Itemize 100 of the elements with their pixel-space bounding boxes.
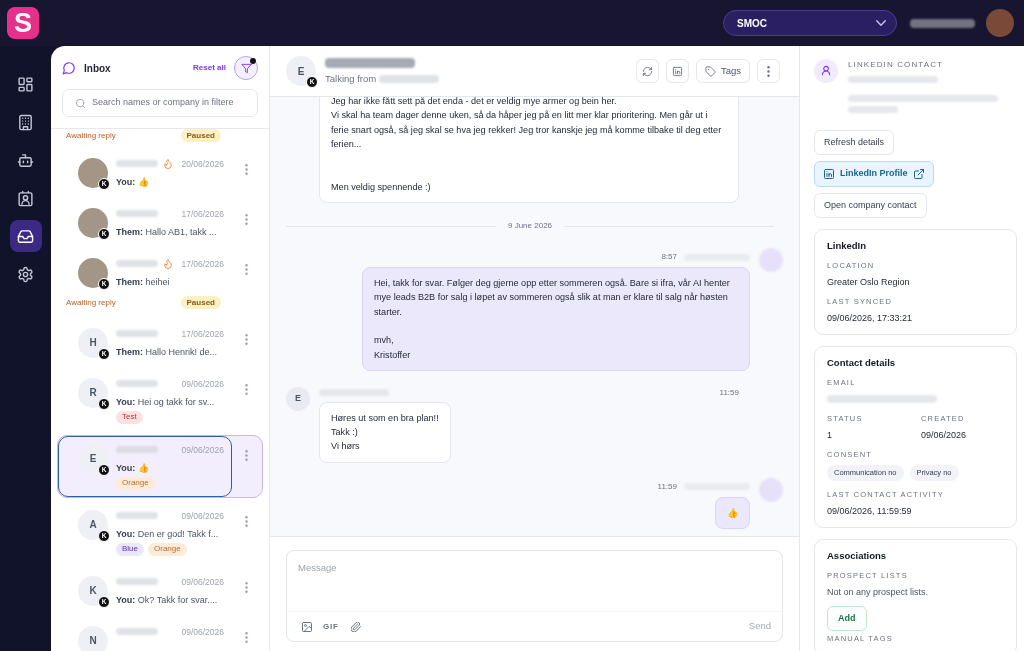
nav-button[interactable] bbox=[9, 220, 42, 252]
user-icon bbox=[814, 59, 838, 83]
action-button[interactable]: Refresh details bbox=[814, 130, 895, 155]
message-preview: Them: Hallo Henrik! de... bbox=[116, 345, 219, 358]
refresh-button[interactable] bbox=[635, 59, 659, 83]
avatar-initial: N bbox=[78, 625, 108, 651]
message-bubble: Hei, takk for svar. Følger deg gjerne opp etter sommeren også. Bare si ifra, vår AI henter mye leads B2B for salg i løpet av sommeren også slik at man er klare til salg når høsten starter. mvh, Kristoffer bbox=[362, 267, 750, 371]
message-preview: You: Ok? Takk for svar.... bbox=[116, 593, 219, 606]
contact-card-icon bbox=[17, 189, 34, 207]
linkedin-profile-button[interactable]: LinkedIn Profile bbox=[814, 161, 934, 187]
message-bubble: Høres ut som en bra plan!! Takk :) Vi hørs bbox=[319, 401, 451, 463]
linkedin-icon bbox=[671, 65, 683, 77]
more-icon[interactable] bbox=[245, 384, 248, 395]
add-button[interactable]: Add bbox=[827, 606, 867, 631]
paperclip-icon[interactable] bbox=[350, 621, 361, 632]
search-field[interactable]: Search names or company in filtere bbox=[62, 89, 258, 117]
redacted-text bbox=[379, 74, 440, 83]
date-text: 09/06/2026 bbox=[181, 443, 224, 456]
date-text: 09/06/2026 bbox=[181, 509, 224, 522]
message-preview: Them: heihei bbox=[116, 275, 171, 288]
linkedin-icon bbox=[824, 169, 834, 179]
more-icon[interactable] bbox=[245, 516, 248, 527]
redacted-text bbox=[116, 446, 158, 453]
date-text: 20/06/2026 bbox=[181, 157, 224, 170]
filter-icon bbox=[240, 62, 252, 74]
time-text: 11:59 bbox=[719, 386, 739, 399]
date-text: 17/06/2026 bbox=[181, 207, 224, 220]
date-text: 09/06/2026 bbox=[181, 377, 224, 390]
tag: Orange bbox=[148, 542, 187, 556]
linkedin-button[interactable] bbox=[665, 59, 689, 83]
tag: Test bbox=[116, 410, 143, 424]
redacted-text bbox=[116, 330, 158, 337]
reset-all-link[interactable]: Reset all bbox=[193, 62, 226, 74]
redacted-text bbox=[116, 380, 158, 387]
tag-icon bbox=[704, 65, 716, 77]
message-preview: Them: Hallo AB1, takk ... bbox=[116, 225, 218, 238]
more-icon[interactable] bbox=[245, 214, 248, 225]
more-icon bbox=[767, 65, 770, 77]
avatar-photo bbox=[78, 157, 108, 188]
search-input[interactable]: Search names or company in filtere bbox=[92, 96, 251, 110]
tag: Orange bbox=[116, 476, 155, 490]
redacted-text bbox=[116, 160, 158, 167]
field-value: 09/06/2026, 17:33:21 bbox=[827, 312, 913, 324]
more-button[interactable] bbox=[757, 59, 780, 83]
status-badge: Paused bbox=[180, 296, 221, 309]
app-logo[interactable]: S bbox=[7, 7, 39, 39]
image-icon[interactable] bbox=[302, 621, 312, 632]
message-composer[interactable]: Message GIF Send bbox=[286, 550, 783, 642]
field-value: 1 bbox=[827, 429, 833, 441]
more-icon[interactable] bbox=[245, 164, 248, 175]
section-label: LINKEDIN CONTACT bbox=[848, 59, 945, 71]
redacted-text bbox=[116, 210, 158, 217]
redacted-text bbox=[116, 628, 158, 635]
message-bubble: Jeg har ikke fått sett på det enda - det er veldig mye armer og bein her. Vi skal ha team dager denne uken, så da håper jeg på en litt mer klar prioritering. Men går ut i ferie snart også, så jeg skal se hva jeg rekker! Jeg tror kanskje jeg må komme tilbake til deg etter ferien... Men veldig spennende :) bbox=[319, 97, 739, 204]
avatar-photo bbox=[78, 207, 108, 238]
message-bubble: 👍 bbox=[715, 496, 750, 530]
time-text: 8:57 bbox=[661, 251, 677, 264]
date-text: 09/06/2026 bbox=[181, 625, 224, 638]
external-link-icon bbox=[913, 169, 924, 179]
message-input[interactable]: Message bbox=[287, 551, 782, 611]
more-icon[interactable] bbox=[245, 632, 248, 643]
field-value: 09/06/2026 bbox=[921, 429, 968, 441]
status-badge: Paused bbox=[180, 129, 221, 142]
refresh-icon bbox=[641, 65, 653, 77]
chevron-down-icon bbox=[876, 20, 886, 26]
more-icon[interactable] bbox=[245, 582, 248, 593]
user-avatar[interactable] bbox=[986, 9, 1014, 37]
redacted-text bbox=[848, 106, 898, 113]
tag: Blue bbox=[116, 542, 144, 556]
inbox-title: Inbox bbox=[84, 61, 111, 76]
message-preview: You: Den er god! Takk f... bbox=[116, 527, 220, 540]
gif-button[interactable]: GIF bbox=[323, 620, 339, 633]
chat-bubble-icon bbox=[62, 61, 76, 75]
more-icon[interactable] bbox=[245, 264, 248, 275]
time-text: 11:59 bbox=[657, 480, 677, 493]
avatar-initial: E bbox=[286, 386, 310, 411]
dashboard-icon bbox=[17, 75, 34, 93]
message-preview: You: Hei og takk for sv... bbox=[116, 395, 216, 408]
redacted-text bbox=[910, 18, 975, 28]
more-icon[interactable] bbox=[245, 334, 248, 345]
filter-button[interactable] bbox=[234, 56, 258, 80]
status-text: Awaiting reply bbox=[66, 296, 116, 309]
search-icon bbox=[75, 97, 86, 109]
message-preview: You: 👍 bbox=[116, 175, 150, 188]
redacted-text bbox=[116, 578, 158, 585]
card-title: LinkedIn bbox=[827, 240, 867, 252]
date-text: 09/06/2026 bbox=[181, 575, 224, 588]
date-text: 17/06/2026 bbox=[181, 327, 224, 340]
redacted-text bbox=[116, 512, 158, 519]
card-title: Contact details bbox=[827, 357, 896, 369]
field-value: Greater Oslo Region bbox=[827, 276, 910, 288]
workspace-dropdown[interactable]: SMOC bbox=[723, 10, 897, 36]
message-preview: You: 👍 bbox=[116, 461, 150, 474]
settings-icon bbox=[17, 265, 34, 283]
tags-button[interactable]: Tags bbox=[695, 59, 750, 83]
robot-icon bbox=[17, 151, 34, 169]
more-icon[interactable] bbox=[245, 450, 248, 461]
inbox-icon bbox=[17, 227, 34, 245]
action-button[interactable]: Open company contact bbox=[814, 193, 927, 218]
subtitle-text: Talking from bbox=[325, 72, 377, 85]
